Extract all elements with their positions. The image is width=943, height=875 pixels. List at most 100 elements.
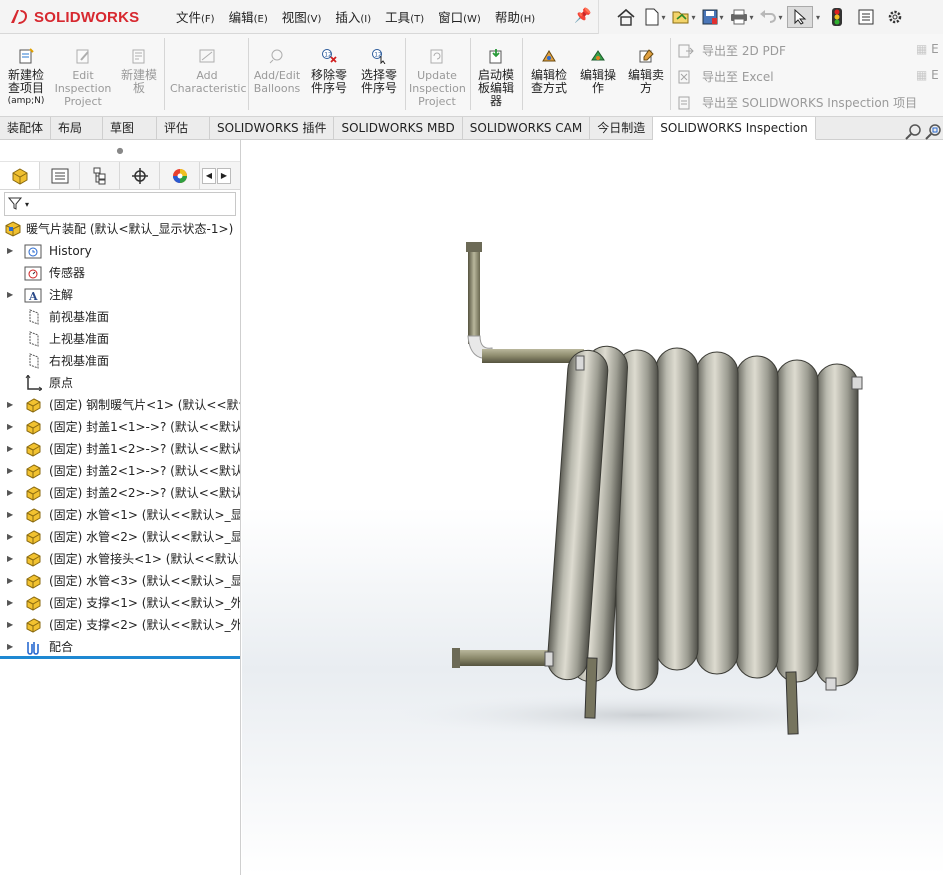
ribbon-overflow-item[interactable]: ▦ E [916,42,939,56]
edit-vendor-button[interactable]: 编辑卖方 [624,48,668,95]
zoom-to-fit-icon[interactable] [904,123,924,141]
rebuild-icon[interactable] [824,6,850,28]
tree-item-top-plane[interactable]: 上视基准面 [0,328,240,350]
expand-arrow-icon[interactable]: ▶ [7,416,13,438]
edit-inspection-method-button[interactable]: 编辑检查方式 [526,48,572,95]
expand-arrow-icon[interactable]: ▶ [7,438,13,460]
scroll-right-icon[interactable]: ▶ [217,167,231,184]
tree-item-support-2[interactable]: ▶ (固定) 支撑<2> (默认<<默认>_外观 [0,614,240,636]
expand-arrow-icon[interactable]: ▶ [7,526,13,548]
tree-item-mates[interactable]: ▶ 配合 [0,636,240,658]
tree-item-history[interactable]: ▶ History [0,240,240,262]
expand-arrow-icon[interactable]: ▶ [7,460,13,482]
edit-operation-button[interactable]: 编辑操作 [576,48,620,95]
bottom-pipe-end[interactable] [452,648,460,668]
menu-tools[interactable]: 工具(T) [385,7,424,26]
expand-arrow-icon[interactable]: ▶ [7,394,13,416]
end-cap-bottom-right[interactable] [825,677,837,691]
menu-help[interactable]: 帮助(H) [495,7,535,26]
tree-item-cap2-1[interactable]: ▶ (固定) 封盖2<1>->? (默认<<默认>_ [0,460,240,482]
export-2d-pdf-button[interactable]: 导出至 2D PDF [678,42,786,59]
menu-insert[interactable]: 插入(I) [335,7,371,26]
save-icon[interactable]: ▾ [700,6,726,28]
menu-view[interactable]: 视图(V) [282,7,322,26]
select-pointer-icon[interactable] [787,6,813,28]
riser-pipe-cap[interactable] [466,242,482,252]
tab-solidworks-inspection[interactable]: SOLIDWORKS Inspection [653,117,816,140]
add-edit-balloons-button[interactable]: Add/Edit Balloons [252,48,302,95]
tab-solidworks-addins[interactable]: SOLIDWORKS 插件 [210,117,335,140]
export-excel-button[interactable]: 导出至 Excel [678,68,774,85]
open-icon[interactable]: ▾ [671,6,697,28]
expand-arrow-icon[interactable]: ▶ [7,284,13,306]
riser-pipe[interactable] [468,244,480,344]
tree-filter[interactable]: ▾ [4,192,236,216]
pin-menu-icon[interactable]: 📌 [574,8,591,24]
tab-assembly[interactable]: 装配体 [0,117,51,140]
menu-edit[interactable]: 编辑(E) [229,7,268,26]
ribbon-overflow-item[interactable]: ▦ E [916,68,939,82]
radiator-assembly-model[interactable] [242,140,943,875]
add-characteristic-button[interactable]: Add Characteristic [170,48,247,95]
dimxpert-tab[interactable] [120,162,160,189]
graphics-viewport[interactable] [242,140,943,875]
tab-solidworks-mbd[interactable]: SOLIDWORKS MBD [334,117,463,140]
tree-root-assembly[interactable]: 暖气片装配 (默认<默认_显示状态-1>) [0,218,240,240]
tree-item-cap1-1[interactable]: ▶ (固定) 封盖1<1>->? (默认<<默认>_ [0,416,240,438]
tree-item-pipe-3[interactable]: ▶ (固定) 水管<3> (默认<<默认>_显示 [0,570,240,592]
edit-inspection-project-button[interactable]: Edit Inspection Project [54,48,112,108]
tree-item-cap1-2[interactable]: ▶ (固定) 封盖1<2>->? (默认<<默认>_ [0,438,240,460]
tree-item-pipe-joint-1[interactable]: ▶ (固定) 水管接头<1> (默认<<默认>_ [0,548,240,570]
tree-item-right-plane[interactable]: 右视基准面 [0,350,240,372]
home-icon[interactable] [613,6,639,28]
expand-arrow-icon[interactable]: ▶ [7,240,13,262]
tree-item-annotations[interactable]: ▶ A 注解 [0,284,240,306]
expand-arrow-icon[interactable]: ▶ [7,548,13,570]
expand-arrow-icon[interactable]: ▶ [7,636,13,658]
file-properties-icon[interactable] [853,6,879,28]
print-icon[interactable]: ▾ [729,6,755,28]
menu-window[interactable]: 窗口(W) [438,7,481,26]
feature-manager-tab[interactable] [0,162,40,189]
options-icon[interactable] [882,6,908,28]
expand-arrow-icon[interactable]: ▶ [7,592,13,614]
tab-evaluate[interactable]: 评估 [157,117,210,140]
configuration-manager-tab[interactable] [80,162,120,189]
end-cap-bottom-left[interactable] [544,651,554,667]
tree-item-support-1[interactable]: ▶ (固定) 支撑<1> (默认<<默认>_外观 [0,592,240,614]
tree-item-pipe-1[interactable]: ▶ (固定) 水管<1> (默认<<默认>_显示 [0,504,240,526]
export-inspection-project-button[interactable]: 导出至 SOLIDWORKS Inspection 项目 [678,94,917,111]
new-document-icon[interactable]: ▾ [642,6,668,28]
tab-layout[interactable]: 布局 [51,117,103,140]
tab-sketch[interactable]: 草图 [103,117,157,140]
update-inspection-project-button[interactable]: Update Inspection Project [409,48,466,108]
end-cap-top-right[interactable] [851,376,863,390]
remove-balloon-sequence-button[interactable]: 12 移除零件序号 [306,48,352,95]
property-manager-tab[interactable] [40,162,80,189]
radiator-columns[interactable] [546,345,859,691]
tree-item-cap2-2[interactable]: ▶ (固定) 封盖2<2>->? (默认<<默认>_ [0,482,240,504]
display-manager-tab[interactable] [160,162,200,189]
select-balloon-sequence-button[interactable]: 12 选择零件序号 [356,48,402,95]
expand-arrow-icon[interactable]: ▶ [7,570,13,592]
bottom-pipe[interactable] [454,650,550,666]
undo-icon[interactable]: ▾ [758,6,784,28]
zoom-area-icon[interactable] [924,123,943,141]
filter-dropdown-icon[interactable]: ▾ [25,200,29,209]
top-pipe[interactable] [482,349,584,363]
tree-item-sensors[interactable]: 传感器 [0,262,240,284]
expand-arrow-icon[interactable]: ▶ [7,504,13,526]
rollback-bar[interactable] [0,656,240,659]
tree-item-front-plane[interactable]: 前视基准面 [0,306,240,328]
tree-item-pipe-2[interactable]: ▶ (固定) 水管<2> (默认<<默认>_显示 [0,526,240,548]
tree-item-radiator-part[interactable]: ▶ (固定) 钢制暖气片<1> (默认<<默认 [0,394,240,416]
new-inspection-project-button[interactable]: 新建检查项目 (amp;N) [4,48,48,108]
new-template-button[interactable]: 新建模板 [118,48,160,95]
solidworks-logo[interactable]: SOLIDWORKS [8,4,156,30]
tab-solidworks-cam[interactable]: SOLIDWORKS CAM [463,117,591,140]
tab-manufacturing-today[interactable]: 今日制造 [590,117,654,140]
expand-arrow-icon[interactable]: ▶ [7,614,13,636]
tree-item-origin[interactable]: 原点 [0,372,240,394]
scroll-left-icon[interactable]: ◀ [202,167,216,184]
panel-grip[interactable]: ● [0,140,240,162]
